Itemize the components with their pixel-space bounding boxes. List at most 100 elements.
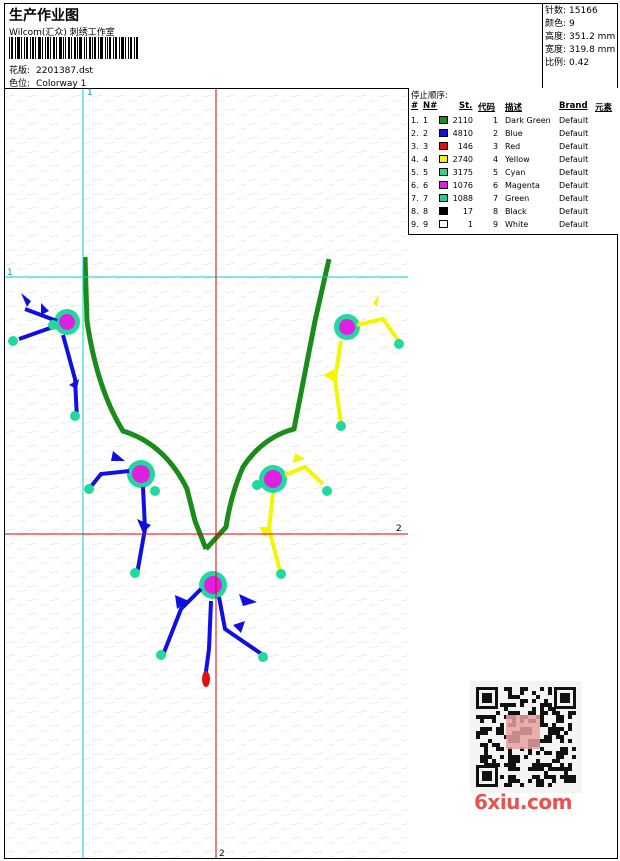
stat-value: 351.2 mm (569, 32, 616, 42)
colorway-value: Colorway 1 (36, 79, 87, 89)
row-code: 8 (493, 207, 499, 216)
col-st: St. (459, 101, 473, 111)
row-brand: Default (559, 129, 589, 138)
row-code: 7 (493, 194, 499, 203)
col-brand: Brand (559, 101, 588, 111)
col-n: N# (423, 101, 438, 111)
row-desc: Blue (505, 129, 523, 138)
col-elem: 元素 (595, 103, 613, 113)
row-stitches: 3175 (452, 168, 473, 177)
row-desc: White (505, 220, 529, 229)
row-desc: Dark Green (505, 116, 551, 125)
row-brand: Default (559, 194, 589, 203)
colorway-label: 色位: (9, 79, 31, 89)
row-desc: Red (505, 142, 521, 151)
watermark-text: 6xiu.com (474, 790, 572, 814)
row-code: 5 (493, 168, 499, 177)
table-row: 9. 9 1 9 White Default (409, 219, 617, 232)
color-swatch (439, 207, 448, 215)
table-row: 2. 2 4810 2 Blue Default (409, 128, 617, 141)
guide-label-v2: 2 (219, 849, 225, 859)
col-desc: 描述 (505, 103, 523, 113)
row-desc: Green (505, 194, 530, 203)
stat-width: 宽度: 319.8 mm (545, 44, 618, 57)
row-brand: Default (559, 220, 589, 229)
row-num: 8. (411, 207, 419, 216)
table-row: 3. 3 146 3 Red Default (409, 141, 617, 154)
barcode (9, 37, 138, 59)
row-code: 1 (493, 116, 499, 125)
row-num: 3. (411, 142, 419, 151)
stat-scale: 比例: 0.42 (545, 57, 618, 70)
color-swatch (439, 194, 448, 202)
stat-value: 15166 (569, 6, 598, 16)
colorway-row: 色位: Colorway 1 (9, 76, 86, 89)
row-desc: Magenta (505, 181, 540, 190)
header: 生产作业图 Wilcom(汇众) 刺绣工作室 花版: 2201387.dst 色位… (4, 3, 618, 89)
stats-panel: 针数: 15166 颜色: 9 高度: 351.2 mm 宽度: 319.8 mm 比例… (542, 3, 618, 89)
row-n: 1 (423, 116, 429, 125)
stat-label: 宽度: (545, 45, 567, 55)
table-row: 4. 4 2740 4 Yellow Default (409, 154, 617, 167)
row-stitches: 1 (467, 220, 473, 229)
row-stitches: 146 (457, 142, 473, 151)
stat-label: 针数: (545, 6, 567, 16)
color-swatch (439, 220, 448, 228)
row-n: 3 (423, 142, 429, 151)
row-n: 6 (423, 181, 429, 190)
row-n: 7 (423, 194, 429, 203)
row-brand: Default (559, 207, 589, 216)
row-stitches: 17 (462, 207, 473, 216)
row-code: 3 (493, 142, 499, 151)
row-n: 8 (423, 207, 429, 216)
row-code: 9 (493, 220, 499, 229)
color-swatch (439, 181, 448, 189)
row-desc: Cyan (505, 168, 526, 177)
row-stitches: 4810 (452, 129, 473, 138)
stat-stitches: 针数: 15166 (545, 5, 618, 18)
design-canvas (5, 89, 408, 858)
row-num: 2. (411, 129, 419, 138)
design-value: 2201387.dst (36, 66, 93, 76)
row-desc: Yellow (505, 155, 530, 164)
design-label: 花版: (9, 66, 31, 76)
row-code: 6 (493, 181, 499, 190)
stop-sequence-table: 停止顺序: # N# St. 代码 描述 Brand 元素 1. 1 2110 1 Da… (408, 88, 618, 235)
table-row: 1. 1 2110 1 Dark Green Default (409, 115, 617, 128)
stat-label: 高度: (545, 32, 567, 42)
row-n: 2 (423, 129, 429, 138)
row-n: 5 (423, 168, 429, 177)
row-brand: Default (559, 168, 589, 177)
row-num: 9. (411, 220, 419, 229)
row-code: 2 (493, 129, 499, 138)
row-brand: Default (559, 181, 589, 190)
guide-label-h2: 2 (396, 524, 402, 534)
guide-label-h1: 1 (7, 268, 13, 278)
row-brand: Default (559, 155, 589, 164)
table-row: 8. 8 17 8 Black Default (409, 206, 617, 219)
stat-value: 0.42 (569, 58, 590, 68)
design-row: 花版: 2201387.dst (9, 63, 93, 76)
table-row: 6. 6 1076 6 Magenta Default (409, 180, 617, 193)
row-num: 1. (411, 116, 419, 125)
row-brand: Default (559, 142, 589, 151)
row-stitches: 1076 (452, 181, 473, 190)
col-code: 代码 (478, 103, 496, 113)
stat-height: 高度: 351.2 mm (545, 31, 618, 44)
row-num: 7. (411, 194, 419, 203)
table-caption: 停止顺序: (411, 91, 448, 101)
stat-label: 比例: (545, 58, 567, 68)
row-num: 4. (411, 155, 419, 164)
col-num: # (411, 101, 419, 111)
row-desc: Black (505, 207, 527, 216)
row-num: 6. (411, 181, 419, 190)
row-stitches: 1088 (452, 194, 473, 203)
row-brand: Default (559, 116, 589, 125)
color-swatch (439, 129, 448, 137)
page-title: 生产作业图 (9, 8, 79, 24)
color-swatch (439, 168, 448, 176)
color-swatch (439, 155, 448, 163)
row-code: 4 (493, 155, 499, 164)
row-stitches: 2740 (452, 155, 473, 164)
row-stitches: 2110 (452, 116, 473, 125)
